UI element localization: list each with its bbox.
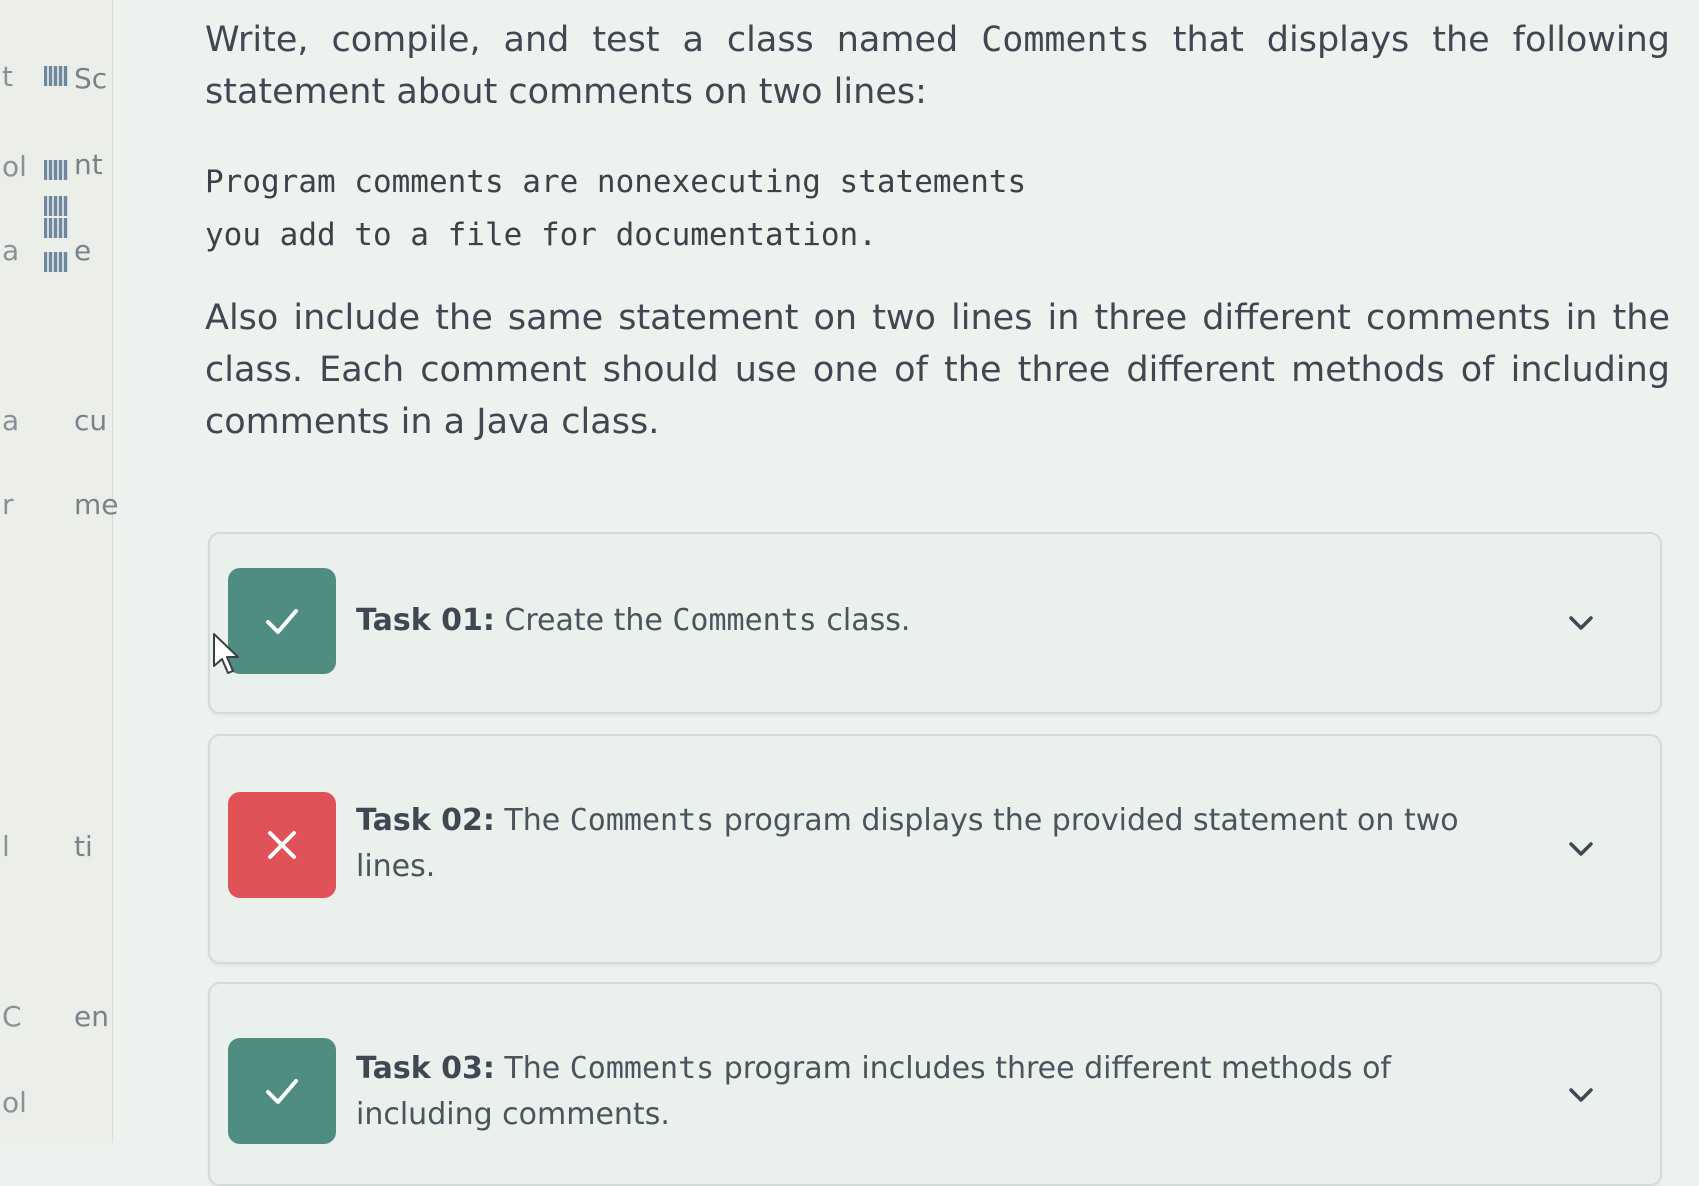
document-icon [44, 218, 68, 238]
gutter-fragment: nt [74, 148, 103, 181]
gutter-fragment: a [2, 234, 20, 267]
gutter-fragment: en [74, 1000, 109, 1033]
gutter-fragment: r [2, 488, 14, 521]
task-status-pass [228, 568, 336, 674]
chevron-down-icon[interactable] [1566, 834, 1596, 864]
chevron-down-icon[interactable] [1566, 1080, 1596, 1110]
task-card[interactable]: Task 02: The Comments program displays t… [208, 734, 1662, 964]
document-icon [44, 252, 68, 272]
gutter-fragment: Sc [74, 62, 108, 95]
check-icon [266, 1079, 298, 1104]
code-line: Program comments are nonexecuting statem… [205, 164, 1027, 200]
left-panel: t ol a a r l C ol Sc nt e cu me ti en [0, 0, 119, 1143]
gutter-fragment: cu [74, 404, 108, 437]
task-label: Task 03: [356, 1051, 495, 1086]
gutter-fragment: me [74, 488, 119, 521]
gutter-fragment: t [2, 60, 13, 93]
task-description: Task 02: The Comments program displays t… [356, 803, 1459, 884]
gutter-fragment: C [2, 1000, 22, 1033]
gutter-fragment: e [74, 234, 92, 267]
task-card[interactable]: Task 01: Create the Comments class. [208, 532, 1662, 714]
inline-code: Comments [981, 20, 1150, 60]
task-description: Task 03: The Comments program includes t… [356, 1051, 1391, 1132]
document-icon [44, 196, 68, 216]
task-card[interactable]: Task 03: The Comments program includes t… [208, 982, 1662, 1186]
code-block: Program comments are nonexecuting statem… [205, 156, 1670, 262]
document-icon [44, 160, 68, 180]
instructions-paragraph-1: Write, compile, and test a class named C… [205, 20, 1670, 112]
gutter-fragment: a [2, 404, 20, 437]
check-icon [266, 609, 298, 634]
gutter-fragment: l [2, 830, 10, 863]
inline-code: Comments [569, 1051, 715, 1086]
mouse-cursor-icon [213, 633, 239, 674]
gutter-fragment: ti [74, 830, 93, 863]
chevron-down-icon[interactable] [1566, 608, 1596, 638]
close-icon [268, 831, 296, 859]
instructions-paragraph-2: Also include the same statement on two l… [205, 298, 1670, 442]
gutter-fragment: ol [2, 1086, 27, 1119]
task-status-pass [228, 1038, 336, 1144]
gutter-fragment: ol [2, 150, 27, 183]
task-description: Task 01: Create the Comments class. [356, 603, 911, 638]
code-line: you add to a file for documentation. [205, 217, 877, 253]
task-label: Task 02: [356, 803, 495, 838]
instructions-panel: Write, compile, and test a class named C… [205, 0, 1670, 448]
task-label: Task 01: [356, 603, 495, 638]
document-icon [44, 66, 68, 86]
task-status-fail [228, 792, 336, 898]
inline-code: Comments [569, 803, 715, 838]
inline-code: Comments [672, 603, 817, 638]
